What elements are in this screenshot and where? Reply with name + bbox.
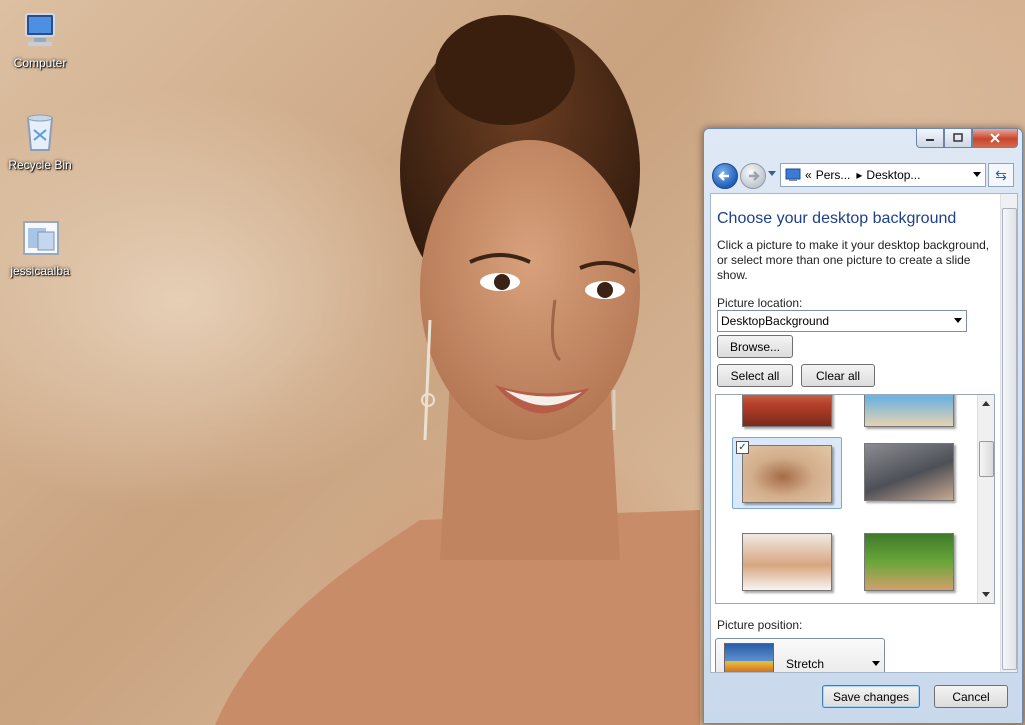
maximize-button[interactable]: [944, 129, 972, 148]
refresh-button[interactable]: ⇆: [988, 163, 1014, 187]
caption-buttons: [916, 129, 1018, 148]
control-panel-icon: [785, 168, 801, 181]
picture-position-value: Stretch: [786, 657, 825, 671]
wallpaper-thumbnail[interactable]: [864, 395, 954, 427]
page-title: Choose your desktop background: [717, 210, 957, 227]
chevron-down-icon: [872, 661, 880, 666]
content-scroll-thumb[interactable]: [1002, 208, 1017, 670]
recent-pages-dropdown[interactable]: [768, 171, 776, 176]
address-dropdown-arrow[interactable]: [973, 172, 981, 177]
page-description: Click a picture to make it your desktop …: [717, 238, 990, 282]
dialog-footer: Save changes Cancel: [704, 675, 1022, 723]
desktop-icon-computer[interactable]: Computer: [0, 8, 80, 70]
breadcrumb-desktop-background[interactable]: Desktop...: [866, 168, 920, 182]
wallpaper-thumbnail[interactable]: [742, 533, 832, 591]
clear-all-button[interactable]: Clear all: [801, 364, 875, 387]
minimize-button[interactable]: [916, 129, 944, 148]
picture-location-value: DesktopBackground: [721, 314, 830, 328]
back-button[interactable]: [712, 163, 738, 189]
picture-location-label: Picture location:: [717, 296, 803, 310]
navigation-bar: « Pers... ▸ Desktop... ⇆: [710, 161, 1016, 189]
image-file-icon: [23, 221, 59, 255]
wallpaper-thumbnail[interactable]: [742, 395, 832, 427]
recycle-bin-icon: [26, 114, 54, 151]
save-changes-button[interactable]: Save changes: [822, 685, 920, 708]
maximize-icon: [953, 133, 963, 142]
thumbnail-checkbox[interactable]: ✓: [736, 441, 749, 454]
picture-location-select[interactable]: DesktopBackground: [717, 310, 967, 332]
desktop-icon-label: Recycle Bin: [8, 158, 72, 172]
chevron-down-icon: [954, 318, 962, 323]
address-bar[interactable]: « Pers... ▸ Desktop...: [780, 163, 986, 187]
scroll-up-icon[interactable]: [982, 401, 990, 406]
forward-arrow-icon: [749, 171, 760, 181]
address-chevrons: «: [805, 168, 812, 182]
desktop-icon-jessicaalba[interactable]: jessicaalba: [0, 216, 80, 278]
forward-button[interactable]: [740, 163, 766, 189]
scroll-down-icon[interactable]: [982, 592, 990, 597]
browse-button[interactable]: Browse...: [717, 335, 793, 358]
picture-position-select[interactable]: Stretch: [715, 638, 885, 672]
wallpaper-thumbnail[interactable]: [864, 533, 954, 591]
desktop-icon-label: jessicaalba: [10, 264, 70, 278]
picture-gallery: ✓: [715, 394, 995, 604]
gallery-scrollbar[interactable]: [977, 395, 994, 603]
picture-position-preview-icon: [724, 643, 774, 672]
close-icon: [990, 133, 1000, 143]
content-pane: Choose your desktop background Click a p…: [710, 193, 1018, 673]
desktop-background-window: « Pers... ▸ Desktop... ⇆ Choose your des…: [703, 128, 1023, 724]
wallpaper-thumbnail[interactable]: [864, 443, 954, 501]
computer-icon: [25, 13, 55, 46]
gallery-scroll-thumb[interactable]: [979, 441, 994, 477]
cancel-button[interactable]: Cancel: [934, 685, 1008, 708]
close-button[interactable]: [972, 129, 1018, 148]
content-scrollbar[interactable]: [1000, 194, 1017, 672]
back-arrow-icon: [718, 171, 729, 181]
minimize-icon: [926, 139, 934, 141]
desktop-icon-label: Computer: [13, 56, 67, 70]
breadcrumb-separator-icon: ▸: [856, 168, 863, 182]
picture-position-label: Picture position:: [717, 618, 803, 632]
breadcrumb-personalization[interactable]: Pers...: [816, 168, 851, 182]
wallpaper-thumbnail-selected[interactable]: [742, 445, 832, 503]
desktop-icon-recycle-bin[interactable]: Recycle Bin: [0, 110, 80, 172]
select-all-button[interactable]: Select all: [717, 364, 793, 387]
refresh-icon: ⇆: [995, 166, 1007, 183]
